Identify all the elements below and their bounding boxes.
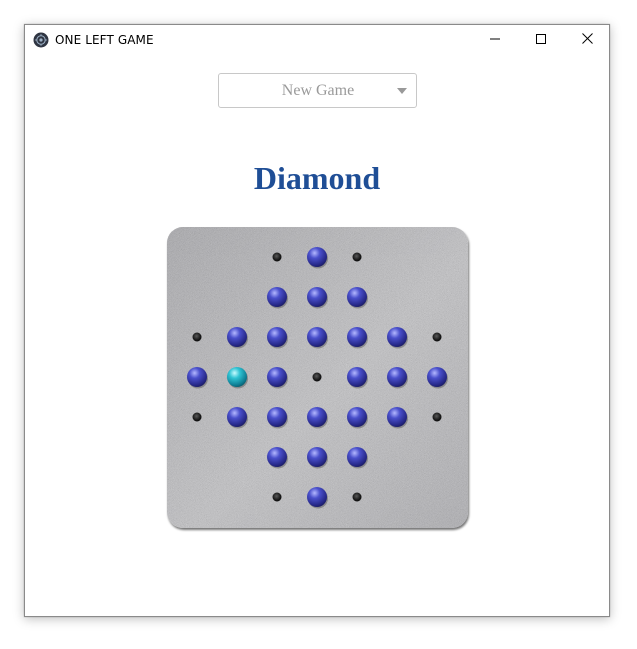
board-hole[interactable]: [352, 492, 362, 502]
board-peg[interactable]: [347, 407, 367, 427]
board-hole[interactable]: [192, 412, 202, 422]
board-peg[interactable]: [267, 287, 287, 307]
board-peg[interactable]: [227, 407, 247, 427]
board-peg[interactable]: [307, 287, 327, 307]
board-hole[interactable]: [312, 372, 322, 382]
board-peg[interactable]: [347, 367, 367, 387]
board-peg[interactable]: [307, 487, 327, 507]
maximize-icon: [536, 31, 546, 49]
board-peg[interactable]: [307, 247, 327, 267]
chevron-down-icon: [397, 88, 407, 94]
minimize-icon: [490, 31, 500, 49]
board-surface: [167, 227, 468, 528]
minimize-button[interactable]: [472, 25, 518, 55]
maximize-button[interactable]: [518, 25, 564, 55]
board-peg[interactable]: [267, 367, 287, 387]
board-title: Diamond: [253, 160, 381, 196]
board-hole[interactable]: [432, 332, 442, 342]
board-peg[interactable]: [347, 327, 367, 347]
board-peg[interactable]: [267, 407, 287, 427]
close-icon: [581, 31, 593, 49]
game-board: [167, 227, 468, 528]
selected-peg[interactable]: [227, 367, 247, 387]
board-hole[interactable]: [352, 252, 362, 262]
board-peg[interactable]: [307, 327, 327, 347]
close-button[interactable]: [564, 25, 610, 55]
title-bar[interactable]: ONE LEFT GAME: [25, 25, 609, 55]
board-peg[interactable]: [347, 287, 367, 307]
game-select-value: New Game: [281, 82, 355, 99]
app-logo-icon: [33, 32, 49, 48]
board-peg[interactable]: [307, 447, 327, 467]
board-peg[interactable]: [347, 447, 367, 467]
game-select-dropdown[interactable]: New Game: [218, 73, 417, 108]
app-window: ONE LEFT GAME New Game Diamond: [24, 24, 610, 617]
board-peg[interactable]: [307, 407, 327, 427]
board-peg[interactable]: [387, 367, 407, 387]
board-peg[interactable]: [187, 367, 207, 387]
window-title: ONE LEFT GAME: [55, 33, 154, 47]
board-hole[interactable]: [432, 412, 442, 422]
board-hole[interactable]: [272, 492, 282, 502]
board-peg[interactable]: [387, 327, 407, 347]
board-peg[interactable]: [227, 327, 247, 347]
board-peg[interactable]: [427, 367, 447, 387]
board-hole[interactable]: [192, 332, 202, 342]
board-peg[interactable]: [267, 447, 287, 467]
board-peg[interactable]: [387, 407, 407, 427]
board-hole[interactable]: [272, 252, 282, 262]
board-peg[interactable]: [267, 327, 287, 347]
